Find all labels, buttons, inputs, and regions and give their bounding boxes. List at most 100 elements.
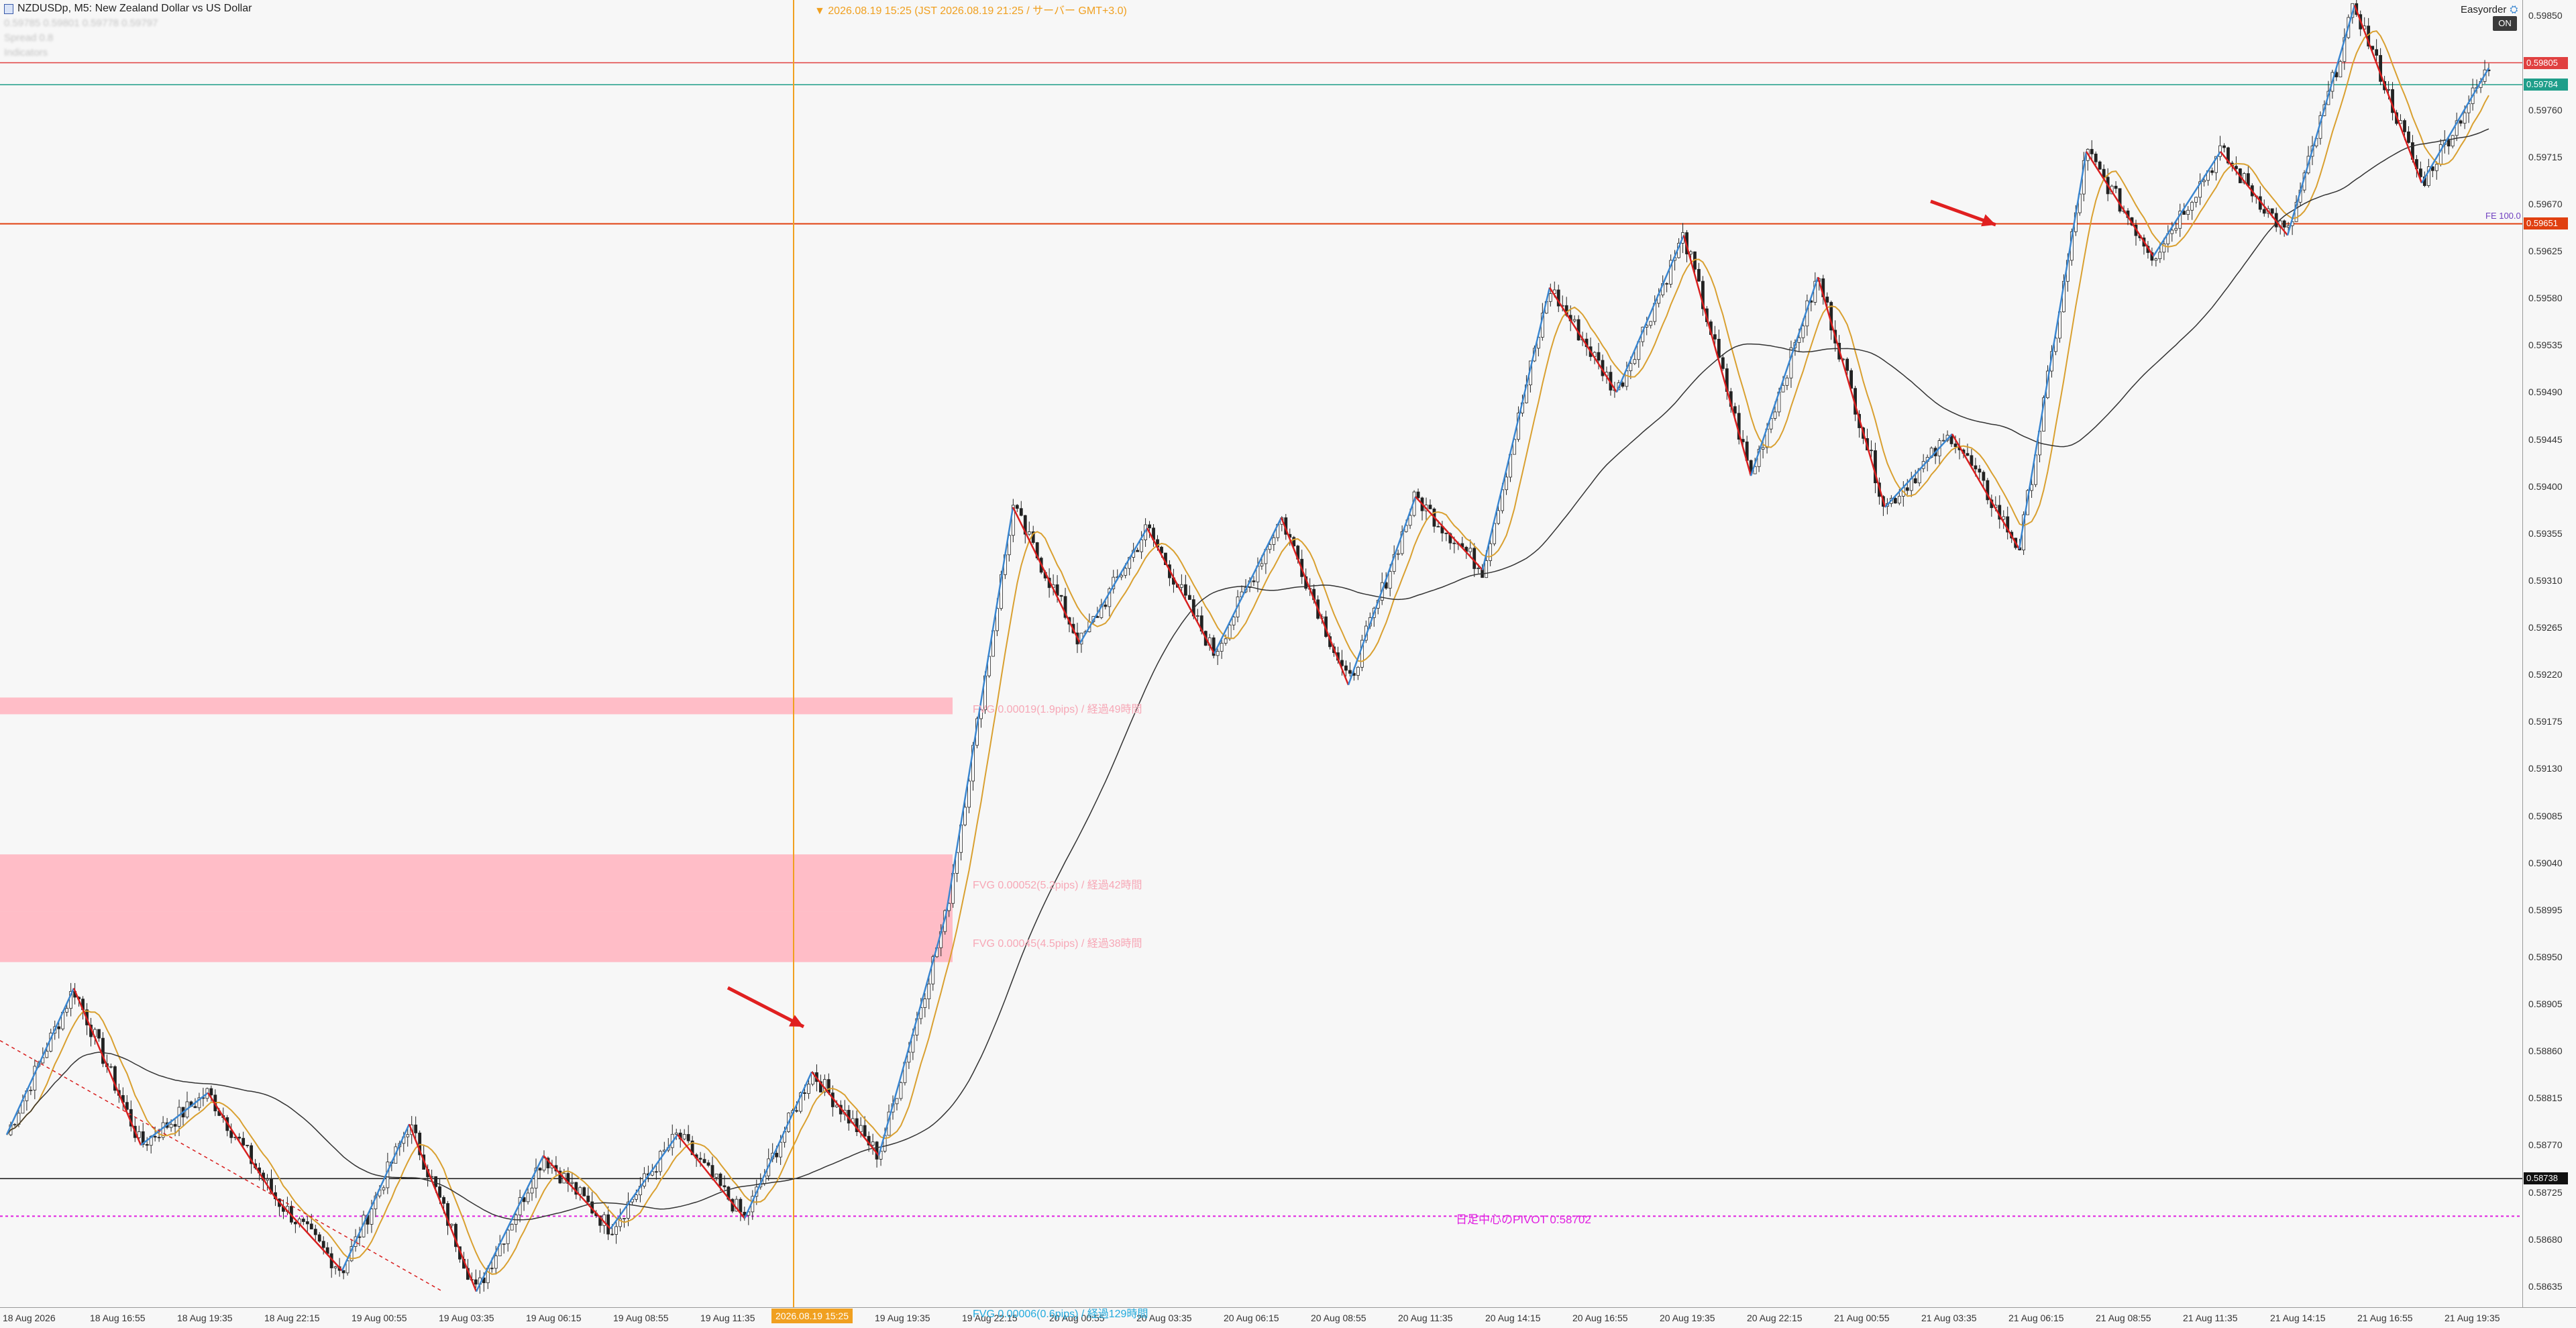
candle-body	[2090, 149, 2094, 154]
candle-body	[1468, 548, 1472, 552]
price-axis[interactable]: 0.59850 0.59805 0.59760 0.59715 0.59670 0.596…	[2522, 0, 2576, 1307]
candle-body	[2190, 202, 2194, 211]
easyorder-icon[interactable]: ⛭	[2510, 4, 2518, 15]
candle-body	[1773, 411, 1777, 419]
candle-body	[899, 1082, 903, 1099]
candle-body	[1124, 568, 1128, 576]
price-tick-label: 0.59850	[2528, 10, 2563, 21]
chart-canvas[interactable]	[0, 0, 2522, 1307]
zigzag-down-segment	[207, 1092, 276, 1198]
candle-body	[2235, 166, 2238, 169]
candle-body	[1356, 666, 1360, 676]
candle-body	[1913, 478, 1917, 484]
zigzag-down-segment	[274, 1196, 343, 1272]
time-tick-label: 19 Aug 00:55	[352, 1313, 407, 1323]
candle-body	[1224, 638, 1228, 644]
chart-type-icon[interactable]	[4, 3, 13, 14]
candle-body	[586, 1195, 590, 1203]
price-tick-label: 0.59085	[2528, 810, 2563, 821]
price-tick-label: 0.58815	[2528, 1092, 2563, 1104]
spread-readout: Spread 0.8	[4, 32, 54, 44]
candle-body	[2451, 135, 2455, 147]
price-level-tag: 0.59651	[2524, 217, 2568, 230]
candle-body	[1179, 584, 1183, 588]
candle-body	[2387, 89, 2390, 91]
candle-body	[474, 1279, 478, 1285]
zigzag-down-segment	[72, 988, 142, 1145]
candle-body	[2118, 188, 2122, 212]
candle-body	[1893, 498, 1897, 504]
candle-body	[2158, 252, 2162, 260]
candle-body	[382, 1187, 386, 1190]
candle-body	[506, 1229, 510, 1244]
candle-body	[895, 1098, 899, 1105]
candle-body	[1136, 550, 1140, 552]
candle-body	[530, 1187, 534, 1194]
candle-body	[490, 1268, 494, 1270]
candle-body	[1216, 651, 1220, 656]
price-level-tag: 0.58738	[2524, 1172, 2568, 1185]
candle-body	[2222, 145, 2226, 148]
candle-body	[1452, 542, 1456, 544]
zigzag-down-segment	[1548, 287, 1618, 393]
time-tick-label: 20 Aug 16:55	[1572, 1313, 1628, 1323]
zigzag-down-segment	[811, 1071, 879, 1156]
price-tick-label: 0.59130	[2528, 763, 2563, 774]
candle-body	[1220, 643, 1224, 652]
candle-body	[1801, 325, 1805, 338]
zigzag-up-segment	[5, 988, 75, 1135]
candle-body	[1195, 615, 1199, 617]
fvg-label: FVG 0.00052(5.2pips) / 経過42時間	[973, 879, 1142, 891]
easyorder-panel[interactable]: Easyorder ⛭	[2461, 4, 2518, 15]
zigzag-up-segment	[341, 1123, 411, 1271]
zigzag-up-segment	[2420, 67, 2490, 184]
candle-body	[1436, 525, 1440, 527]
price-tick-label: 0.58950	[2528, 951, 2563, 962]
zigzag-down-segment	[1146, 527, 1216, 654]
price-tick-label: 0.59265	[2528, 622, 2563, 633]
price-tick-label: 0.59580	[2528, 293, 2563, 304]
candle-body	[2447, 140, 2451, 147]
easyorder-on-button[interactable]: ON	[2493, 16, 2517, 31]
candle-body	[1905, 487, 1909, 491]
candle-body	[321, 1241, 325, 1248]
fvg-zone	[0, 911, 953, 962]
candle-body	[1148, 524, 1151, 529]
candle-body	[1572, 319, 1576, 321]
trend-dashed-line	[0, 1039, 443, 1292]
time-tick-label: 19 Aug 11:35	[700, 1313, 755, 1323]
candle-body	[635, 1194, 638, 1200]
candle-body	[1505, 476, 1508, 491]
candle-body	[1120, 574, 1124, 578]
zigzag-down-segment	[408, 1123, 478, 1292]
candle-body	[710, 1165, 714, 1178]
candle-body	[1870, 450, 1873, 452]
price-tick-label: 0.58770	[2528, 1139, 2563, 1151]
candle-body	[193, 1106, 197, 1109]
candle-body	[614, 1226, 618, 1235]
candle-body	[157, 1137, 161, 1139]
candle-body	[266, 1178, 269, 1181]
zigzag-up-segment	[1213, 517, 1283, 654]
zigzag-up-segment	[475, 1155, 545, 1292]
candle-body	[2194, 197, 2198, 203]
time-tick-label: 20 Aug 11:35	[1398, 1313, 1453, 1323]
candle-body	[1104, 605, 1108, 607]
time-tick-label: 20 Aug 22:15	[1747, 1313, 1803, 1323]
candle-body	[1548, 293, 1552, 302]
candle-body	[875, 1141, 879, 1160]
candle-body	[2459, 120, 2463, 124]
candle-body	[65, 1008, 69, 1013]
candle-body	[739, 1198, 743, 1213]
zigzag-up-segment	[1884, 433, 1953, 508]
time-tick-label: 21 Aug 16:55	[2357, 1313, 2413, 1323]
candle-body	[1825, 297, 1829, 303]
candle-body	[1633, 359, 1637, 364]
candle-body	[57, 1026, 61, 1029]
zigzag-down-segment	[1951, 433, 2021, 550]
time-axis[interactable]: 18 Aug 2026 18 Aug 16:55 18 Aug 19:35 18 Au…	[0, 1307, 2576, 1328]
candle-body	[526, 1192, 530, 1203]
current-time-tag: 2026.08.19 15:25	[771, 1309, 853, 1323]
fvg-zone	[0, 697, 953, 715]
candle-body	[2375, 49, 2379, 56]
